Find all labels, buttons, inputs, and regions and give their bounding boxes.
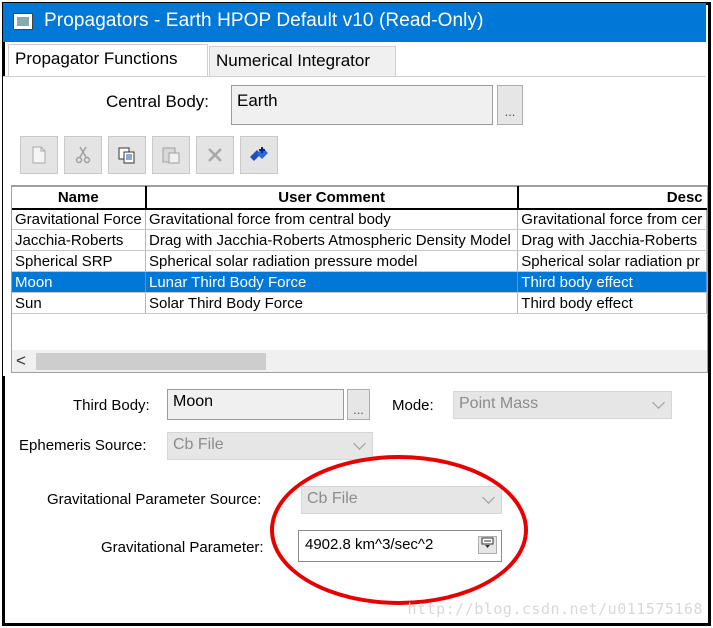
add-components-button[interactable] [240,136,278,174]
row-name: Spherical SRP [12,250,146,272]
scroll-thumb[interactable] [36,353,266,370]
mode-value: Point Mass [459,395,539,412]
ephemeris-source-dropdown[interactable]: Cb File [167,432,373,460]
table-row[interactable]: Gravitational Force Gravitational force … [12,208,707,230]
third-body-browse-button[interactable]: ... [347,389,370,420]
mode-dropdown[interactable]: Point Mass [453,391,672,419]
table-row[interactable]: Jacchia-Roberts Drag with Jacchia-Robert… [12,229,707,251]
row-description: Third body effect [517,271,707,293]
row-name: Moon [12,271,146,293]
row-description: Third body effect [517,292,707,314]
new-icon [32,146,46,164]
column-header-name[interactable]: Name [12,186,147,210]
third-body-label: Third Body: [73,397,150,414]
window-icon [13,13,33,30]
row-comment: Gravitational force from central body [145,208,519,230]
row-comment: Solar Third Body Force [145,292,519,314]
central-body-field: Earth [231,85,493,125]
add-components-icon [250,147,268,161]
annotation-circle [270,455,528,605]
title-bar: Propagators - Earth HPOP Default v10 (Re… [3,3,706,42]
row-name: Gravitational Force [12,208,146,230]
cut-icon [75,146,91,164]
table-row-selected[interactable]: Moon Lunar Third Body Force Third body e… [12,271,707,293]
row-comment: Lunar Third Body Force [145,271,519,293]
tab-strip: Propagator Functions Numerical Integrato… [3,44,706,77]
chevron-down-icon [353,437,366,450]
central-body-label: Central Body: [106,92,209,111]
delete-icon [208,148,222,162]
grav-param-label: Gravitational Parameter: [101,539,264,556]
column-header-user-comment[interactable]: User Comment [145,186,519,210]
window-title: Propagators - Earth HPOP Default v10 (Re… [44,10,484,31]
copy-icon [118,147,135,164]
copy-button[interactable] [108,136,146,174]
paste-icon [162,147,180,164]
table-row[interactable]: Spherical SRP Spherical solar radiation … [12,250,707,272]
third-body-field: Moon [167,389,344,420]
cut-button[interactable] [64,136,102,174]
functions-grid: Name User Comment Desc Gravitational For… [11,185,708,373]
tab-propagator-functions[interactable]: Propagator Functions [8,44,208,77]
scroll-left-button[interactable]: < [16,351,26,371]
column-header-description[interactable]: Desc [517,186,707,210]
row-description: Gravitational force from cer [517,208,707,230]
chevron-down-icon [652,396,665,409]
mode-label: Mode: [392,397,434,414]
row-name: Sun [12,292,146,314]
row-name: Jacchia-Roberts [12,229,146,251]
row-description: Drag with Jacchia-Roberts [517,229,707,251]
delete-button[interactable] [196,136,234,174]
row-comment: Drag with Jacchia-Roberts Atmospheric De… [145,229,519,251]
row-comment: Spherical solar radiation pressure model [145,250,519,272]
paste-button[interactable] [152,136,190,174]
functions-table: Name User Comment Desc Gravitational For… [12,186,707,314]
watermark: http://blog.csdn.net/u011575168 [407,600,703,618]
table-header: Name User Comment Desc [12,186,707,210]
new-button[interactable] [20,136,58,174]
table-row[interactable]: Sun Solar Third Body Force Third body ef… [12,292,707,314]
tab-numerical-integrator[interactable]: Numerical Integrator [209,46,396,77]
ephemeris-source-value: Cb File [173,436,224,453]
row-description: Spherical solar radiation pr [517,250,707,272]
central-body-browse-button[interactable]: ... [497,85,523,125]
grav-param-source-label: Gravitational Parameter Source: [47,491,262,508]
horizontal-scrollbar[interactable]: < [12,350,707,372]
ephemeris-source-label: Ephemeris Source: [19,437,147,454]
